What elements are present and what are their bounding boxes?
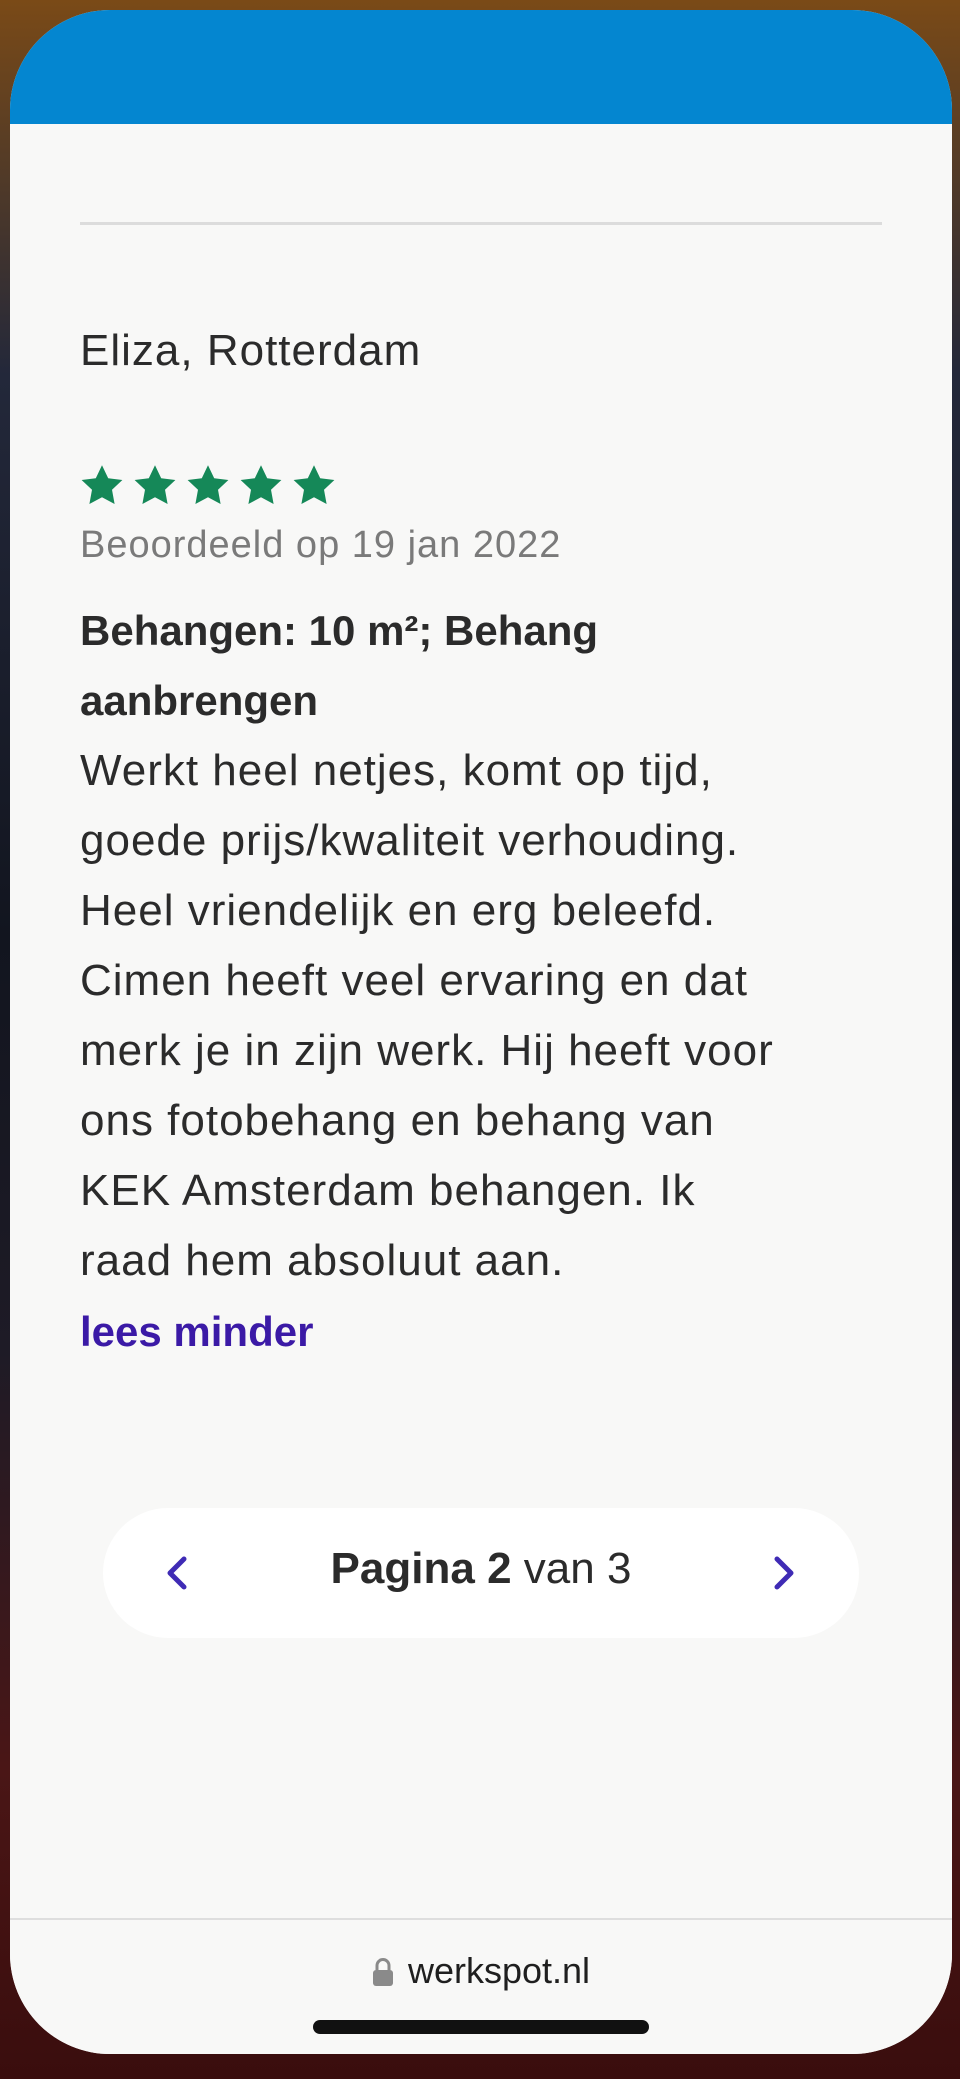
reviewer-name: Eliza, Rotterdam	[80, 326, 422, 375]
url-display[interactable]: werkspot.nl	[10, 1950, 952, 1992]
job-title-line: aanbrengen	[80, 677, 319, 724]
star-icon	[184, 462, 232, 510]
review-text-line: merk je in zijn werk. Hij heeft voor	[80, 1026, 774, 1075]
review-text-line: ons fotobehang en behang van	[80, 1096, 715, 1145]
review-text-line: raad hem absoluut aan.	[80, 1236, 565, 1285]
header-bar	[10, 10, 952, 124]
review-text-line: Heel vriendelijk en erg beleefd.	[80, 886, 717, 935]
star-icon	[290, 462, 338, 510]
job-title-line: Behangen: 10 m²; Behang	[80, 607, 599, 654]
home-indicator[interactable]	[313, 2020, 649, 2034]
review-date: Beoordeeld op 19 jan 2022	[80, 524, 562, 566]
of-word: van	[523, 1544, 595, 1593]
review-text-line: Werkt heel netjes, komt op tijd,	[80, 746, 713, 795]
url-text: werkspot.nl	[407, 1950, 591, 1991]
current-page: 2	[487, 1544, 512, 1593]
chevron-right-icon	[753, 1543, 813, 1603]
star-icon	[237, 462, 285, 510]
page-indicator: Pagina 2 van 3	[103, 1544, 859, 1594]
next-page-button[interactable]	[753, 1543, 813, 1603]
phone-screen: Eliza, Rotterdam Beoordeeld op 19 jan 20…	[10, 10, 952, 2054]
job-title: Behangen: 10 m²; Behang aanbrengen	[80, 596, 880, 736]
review-text-line: Cimen heeft veel ervaring en dat	[80, 956, 748, 1005]
lock-icon	[372, 1957, 394, 1987]
browser-address-bar[interactable]: werkspot.nl	[10, 1918, 952, 2054]
page-word: Pagina	[330, 1544, 475, 1593]
pagination: Pagina 2 van 3	[103, 1508, 859, 1638]
review-text-line: KEK Amsterdam behangen. Ik	[80, 1166, 696, 1215]
review-text-line: goede prijs/kwaliteit verhouding.	[80, 816, 740, 865]
star-icon	[78, 462, 126, 510]
total-pages: 3	[606, 1544, 632, 1593]
star-icon	[131, 462, 179, 510]
review-text: Werkt heel netjes, komt op tijd, goede p…	[80, 736, 900, 1296]
star-rating	[78, 462, 338, 514]
read-less-link[interactable]: lees minder	[80, 1308, 313, 1356]
section-divider	[80, 222, 882, 225]
